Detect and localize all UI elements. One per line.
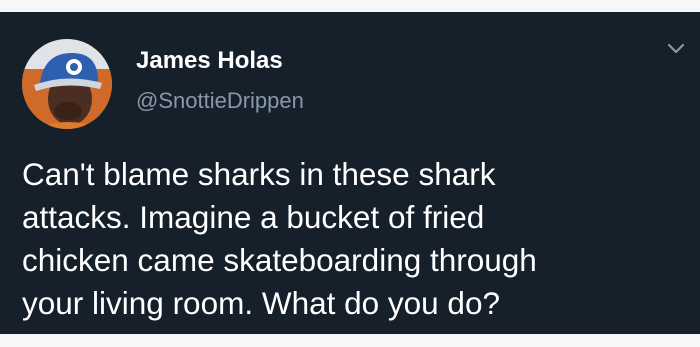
tweet-text-line: Can't blame sharks in these shark [22, 156, 496, 192]
tweet-card: James Holas @SnottieDrippen Can't blame … [0, 12, 700, 334]
screenshot-frame: James Holas @SnottieDrippen Can't blame … [0, 0, 700, 347]
tweet-text-line: attacks. Imagine a bucket of fried [22, 199, 485, 235]
author-avatar[interactable] [22, 39, 112, 129]
author-display-name[interactable]: James Holas [136, 47, 283, 75]
tweet-text: Can't blame sharks in these shark attack… [22, 153, 692, 325]
avatar-image [22, 39, 112, 129]
tweet-text-line: chicken came skateboarding through [22, 242, 537, 278]
tweet-text-line: your living room. What do you do? [22, 285, 500, 321]
author-handle[interactable]: @SnottieDrippen [136, 88, 304, 114]
chevron-down-icon[interactable] [667, 42, 685, 56]
